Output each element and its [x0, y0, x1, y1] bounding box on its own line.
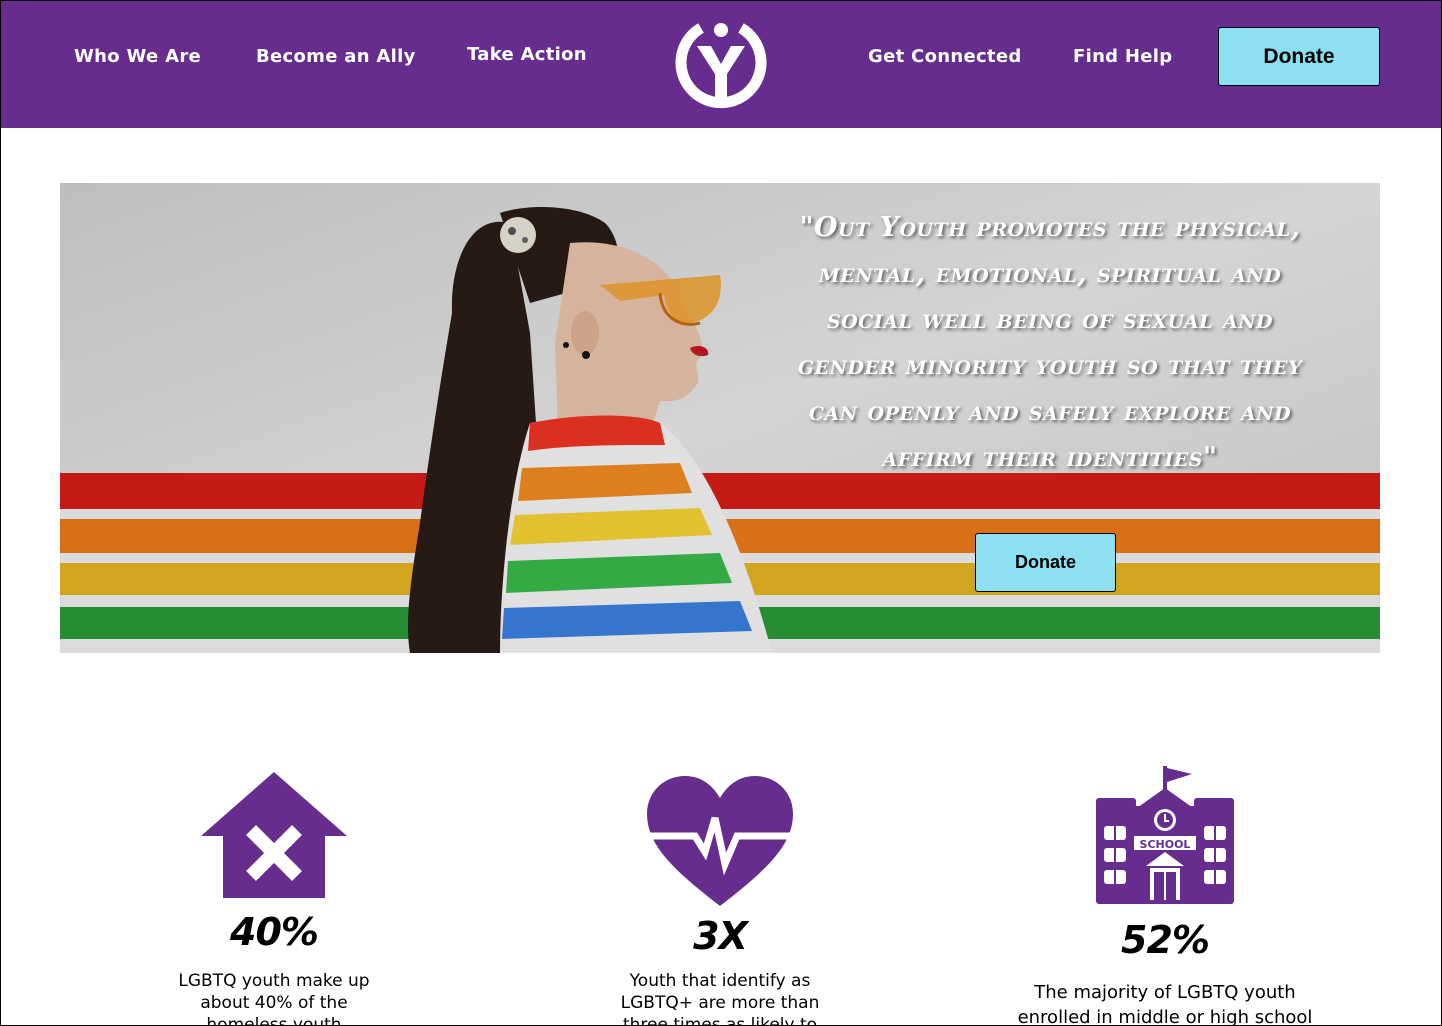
hero-banner: "Out Youth promotes the physical, mental… [60, 183, 1380, 653]
site-header: Who We Are Become an Ally Take Action Ge… [0, 0, 1442, 128]
out-youth-logo[interactable] [673, 18, 769, 112]
stat-text-homeless: LGBTQ youth make up about 40% of the hom… [178, 971, 370, 1026]
school-sign-label: SCHOOL [1140, 838, 1191, 851]
house-x-icon [199, 770, 349, 900]
nav-take-action[interactable]: Take Action [467, 44, 587, 65]
stat-value-school: 52% [1121, 918, 1210, 962]
heartbeat-icon [645, 776, 795, 908]
hero-donate-button[interactable]: Donate [975, 533, 1116, 592]
nav-get-connected[interactable]: Get Connected [868, 46, 1022, 67]
nav-who-we-are[interactable]: Who We Are [74, 46, 201, 67]
stat-value-risk: 3X [693, 914, 748, 958]
logo-icon [675, 23, 767, 109]
mission-quote: "Out Youth promotes the physical, mental… [797, 212, 1303, 473]
nav-become-an-ally[interactable]: Become an Ally [256, 46, 416, 67]
school-icon: SCHOOL [1094, 764, 1236, 906]
header-donate-button[interactable]: Donate [1218, 27, 1380, 86]
stat-text-risk: Youth that identify as LGBTQ+ are more t… [620, 971, 820, 1026]
stat-value-homeless: 40% [230, 910, 319, 954]
stat-text-school: The majority of LGBTQ youth enrolled in … [1017, 982, 1313, 1026]
nav-find-help[interactable]: Find Help [1073, 46, 1172, 67]
